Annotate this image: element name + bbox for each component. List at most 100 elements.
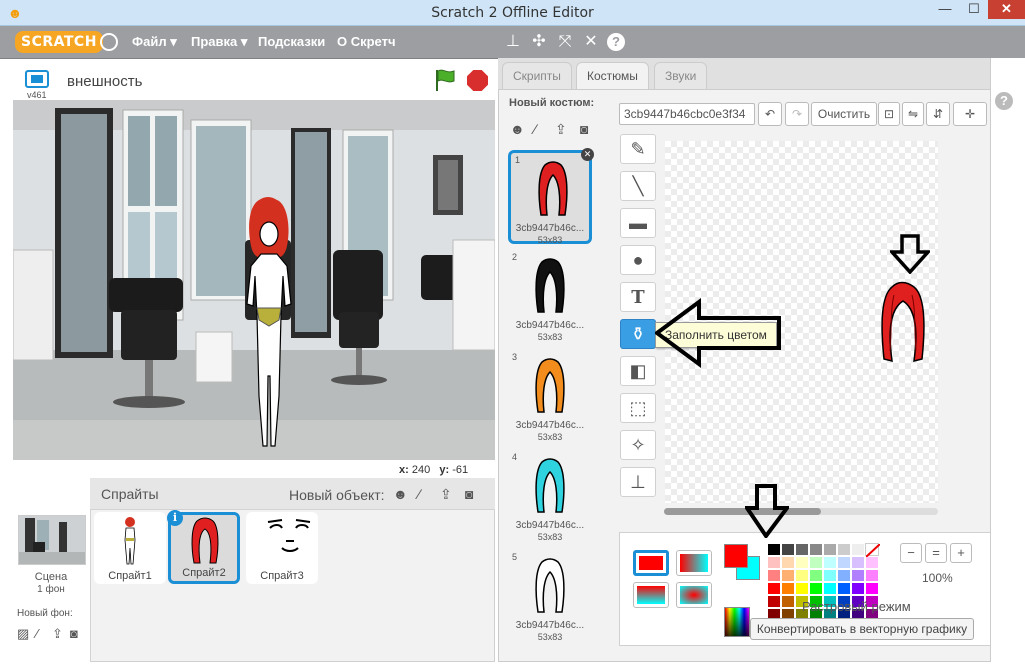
tab-sounds[interactable]: Звуки xyxy=(654,62,708,90)
scratch-logo[interactable]: SCRATCH xyxy=(15,31,103,53)
costume-item[interactable]: 2 3cb9447b46c... 53x83 xyxy=(508,250,592,344)
palette-color-swatch[interactable] xyxy=(767,595,781,608)
palette-color-swatch[interactable] xyxy=(837,582,851,595)
stamp-tool[interactable]: ⊥ xyxy=(620,467,656,497)
palette-color-swatch[interactable] xyxy=(837,569,851,582)
fill-vertical-gradient-option[interactable] xyxy=(633,582,669,608)
costume-item[interactable]: 4 3cb9447b46c... 53x83 xyxy=(508,450,592,544)
fill-solid-option[interactable] xyxy=(633,550,669,576)
zoom-reset-button[interactable]: = xyxy=(925,543,947,563)
duplicate-stamp-icon[interactable]: ⊥ xyxy=(504,33,522,51)
convert-to-vector-button[interactable]: Конвертировать в векторную графику xyxy=(750,618,974,640)
color-picker[interactable] xyxy=(724,607,750,637)
text-tool[interactable]: T xyxy=(620,282,656,312)
zoom-out-button[interactable]: − xyxy=(900,543,922,563)
flip-vertical-icon[interactable]: ⇵ xyxy=(926,102,950,126)
scrollbar-thumb[interactable] xyxy=(664,508,821,515)
palette-color-swatch[interactable] xyxy=(823,569,837,582)
fullscreen-icon[interactable] xyxy=(25,70,49,88)
upload-costume-icon[interactable]: ⇪ xyxy=(555,121,567,138)
close-button[interactable]: ✕ xyxy=(988,0,1025,19)
palette-color-swatch[interactable] xyxy=(767,582,781,595)
delete-costume-icon[interactable]: ✕ xyxy=(581,148,594,161)
fill-tool[interactable]: ⚱ xyxy=(620,319,656,349)
camera-icon[interactable]: ◙ xyxy=(70,626,78,641)
eraser-tool[interactable]: ◧ xyxy=(620,356,656,386)
info-icon[interactable]: i xyxy=(167,510,183,526)
zoom-in-button[interactable]: + xyxy=(950,543,972,563)
sprite-thumb-1[interactable]: Спрайт1 xyxy=(94,512,166,584)
upload-sprite-icon[interactable]: ⇪ xyxy=(440,486,452,503)
palette-color-swatch[interactable] xyxy=(837,543,851,556)
costume-item[interactable]: 3 3cb9447b46c... 53x83 xyxy=(508,350,592,444)
palette-color-swatch[interactable] xyxy=(851,582,865,595)
primary-color-swatch[interactable] xyxy=(724,544,748,568)
palette-color-swatch[interactable] xyxy=(851,556,865,569)
palette-color-swatch[interactable] xyxy=(767,569,781,582)
palette-color-swatch[interactable] xyxy=(851,543,865,556)
costume-item[interactable]: 1 3cb9447b46c... 53x83 ✕ xyxy=(508,148,594,245)
palette-color-swatch[interactable] xyxy=(781,569,795,582)
palette-color-swatch[interactable] xyxy=(823,543,837,556)
palette-color-swatch[interactable] xyxy=(865,582,879,595)
palette-color-swatch[interactable] xyxy=(865,556,879,569)
palette-color-swatch[interactable] xyxy=(823,582,837,595)
palette-color-swatch[interactable] xyxy=(795,556,809,569)
tab-scripts[interactable]: Скрипты xyxy=(502,62,572,90)
menu-file[interactable]: Файл ▾ xyxy=(132,34,177,50)
brush-tool[interactable]: ✎ xyxy=(620,134,656,164)
help-icon[interactable]: ? xyxy=(995,92,1013,110)
palette-color-swatch[interactable] xyxy=(781,543,795,556)
palette-color-swatch[interactable] xyxy=(781,556,795,569)
maximize-button[interactable]: ☐ xyxy=(960,0,988,19)
rectangle-tool[interactable]: ▬ xyxy=(620,208,656,238)
palette-color-swatch[interactable] xyxy=(851,569,865,582)
palette-color-swatch[interactable] xyxy=(865,569,879,582)
stage-canvas[interactable] xyxy=(13,100,495,460)
project-title[interactable]: внешность xyxy=(67,73,142,90)
camera-costume-icon[interactable]: ◙ xyxy=(580,121,588,137)
globe-icon[interactable] xyxy=(100,33,118,51)
stage-thumbnail[interactable] xyxy=(18,515,86,565)
shrink-icon[interactable]: ✕ xyxy=(582,33,600,51)
redo-icon[interactable]: ↷ xyxy=(785,102,809,126)
brush-icon[interactable]: ∕ xyxy=(36,626,38,641)
line-tool[interactable]: ╲ xyxy=(620,171,656,201)
menu-tips[interactable]: Подсказки xyxy=(258,34,325,49)
minimize-button[interactable]: — xyxy=(930,0,960,19)
help-icon[interactable]: ? xyxy=(607,33,625,51)
palette-color-swatch[interactable] xyxy=(809,569,823,582)
fill-radial-gradient-option[interactable] xyxy=(676,582,712,608)
grow-icon[interactable]: ⤧ xyxy=(556,33,574,51)
palette-color-swatch[interactable] xyxy=(795,582,809,595)
upload-icon[interactable]: ⇪ xyxy=(52,626,63,642)
camera-sprite-icon[interactable]: ◙ xyxy=(465,486,473,502)
select-tool[interactable]: ⬚ xyxy=(620,393,656,423)
fill-horizontal-gradient-option[interactable] xyxy=(676,550,712,576)
green-flag-icon[interactable] xyxy=(434,68,456,92)
costume-name-field[interactable]: 3cb9447b46cbc0e3f34 xyxy=(619,103,755,125)
paint-costume-icon[interactable]: ∕ xyxy=(534,121,536,137)
palette-color-swatch[interactable] xyxy=(809,556,823,569)
ellipse-tool[interactable]: ● xyxy=(620,245,656,275)
girl-sprite[interactable] xyxy=(239,196,299,456)
cut-icon[interactable]: ✣ xyxy=(530,33,548,51)
costume-library-icon[interactable]: ☻ xyxy=(510,121,525,137)
palette-color-swatch[interactable] xyxy=(781,582,795,595)
flip-horizontal-icon[interactable]: ⇋ xyxy=(902,102,924,126)
paint-backdrop-icon[interactable]: ▨ xyxy=(17,626,29,642)
palette-color-swatch[interactable] xyxy=(767,556,781,569)
palette-color-swatch[interactable] xyxy=(795,543,809,556)
tab-costumes[interactable]: Костюмы xyxy=(576,62,649,90)
undo-icon[interactable]: ↶ xyxy=(758,102,782,126)
palette-color-swatch[interactable] xyxy=(837,556,851,569)
set-center-icon[interactable]: ✛ xyxy=(953,102,987,126)
palette-color-swatch[interactable] xyxy=(823,556,837,569)
palette-color-swatch[interactable] xyxy=(809,543,823,556)
costume-item[interactable]: 5 3cb9447b46c... 53x83 xyxy=(508,550,592,644)
crop-icon[interactable]: ⊡ xyxy=(878,102,900,126)
paint-sprite-icon[interactable]: ∕ xyxy=(418,486,420,502)
sprite-library-icon[interactable]: ☻ xyxy=(393,486,408,502)
palette-color-swatch[interactable] xyxy=(781,595,795,608)
palette-color-swatch[interactable] xyxy=(767,543,781,556)
